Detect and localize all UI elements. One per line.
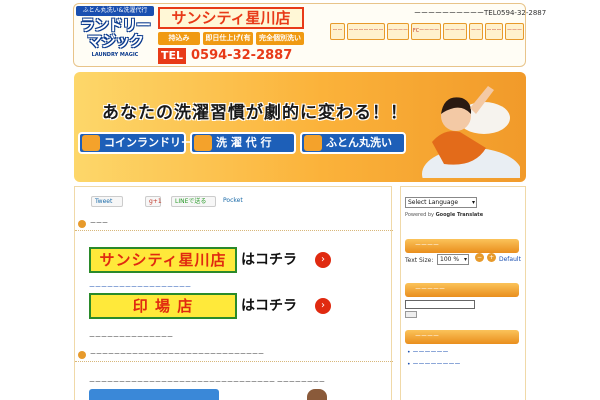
google-translate-label[interactable]: Google Translate <box>436 212 484 218</box>
bullet-icon <box>78 351 86 359</box>
language-select-value: Select Language <box>408 199 459 206</box>
laundry-magic-logo[interactable]: ふとん丸洗い&洗濯代行 ランドリー マジック LAUNDRY MAGIC <box>76 6 154 64</box>
main-content: Tweet g+1 LINEで送る Pocket ーーー サンシティ星川店 はコ… <box>74 186 393 400</box>
nav-item-1[interactable]: ーーー <box>330 23 345 40</box>
powered-by-label: Powered by <box>405 212 434 218</box>
powered-by-google: Powered by Google Translate <box>405 212 483 218</box>
laundry-agency-button[interactable]: 洗 濯 代 行 <box>190 132 296 154</box>
header-tel-text: ーーーーーーーーーーTEL0594-32-2887 <box>414 9 547 17</box>
store-link-inba[interactable]: 印 場 店 <box>89 293 237 319</box>
futon-wash-label: ふとん丸洗い <box>326 136 392 149</box>
nav-item-5[interactable]: ーーーーー <box>443 23 467 40</box>
search-input[interactable] <box>405 300 475 309</box>
laundry-agency-label: 洗 濯 代 行 <box>216 136 272 149</box>
coin-laundry-label: コインランドリー <box>104 136 192 149</box>
text-size-decrease-button[interactable]: − <box>475 253 484 262</box>
nav-item-fc[interactable]: FCーーーー <box>411 23 441 40</box>
sidebar-link[interactable]: • ーーーーーー <box>407 347 448 356</box>
nav-item-7[interactable]: ーーー <box>485 23 503 40</box>
store-info: サンシティ星川店 持込み 即日仕上げ(有料) 完全個別洗い TEL 0594-3… <box>158 7 306 65</box>
logo-tagline: ふとん丸洗い&洗濯代行 <box>76 6 154 16</box>
sidebar: Select Language ▾ Powered by Google Tran… <box>400 186 526 400</box>
section-heading-news: ーーーーーーーーーーーーーーーーーーーーーーーーーーーーー <box>75 349 393 362</box>
hero-banner: あなたの洗濯習慣が劇的に変わる！！ コインランドリー 洗 濯 代 行 ふとん丸洗… <box>74 72 526 182</box>
text-size-select[interactable]: 100 % ▾ <box>437 254 469 265</box>
service-badge-dropoff: 持込み <box>158 32 200 45</box>
sidebar-heading: ーーーー <box>405 330 519 344</box>
sidebar-heading: ーーーー <box>405 239 519 253</box>
pocket-button[interactable]: Pocket <box>220 196 246 207</box>
text-size-value: 100 % <box>440 256 460 263</box>
chevron-down-icon: ▾ <box>463 256 467 263</box>
header-nav: ーーー ーーーーーーーー ーーーー FCーーーー ーーーーー ーー ーーー ーー… <box>330 23 524 41</box>
futon-wash-button[interactable]: ふとん丸洗い <box>300 132 406 154</box>
tweet-button[interactable]: Tweet <box>91 196 123 207</box>
nav-item-2[interactable]: ーーーーーーーー <box>347 23 385 40</box>
tel-label: TEL <box>158 48 186 64</box>
service-badge-sameday: 即日仕上げ(有料) <box>203 32 253 55</box>
text-size-increase-button[interactable]: + <box>487 253 496 262</box>
bullet-icon <box>78 220 86 228</box>
store-title: サンシティ星川店 <box>158 7 304 29</box>
chevron-right-icon[interactable]: › <box>315 252 331 268</box>
text-size-label: Text Size: <box>405 257 434 264</box>
tel-number[interactable]: 0594-32-2887 <box>191 48 292 64</box>
logo-subtitle: LAUNDRY MAGIC <box>91 52 139 58</box>
body-text: ーーーーーーーーーーーーーーーーーーーーーーーーーーーーーーー ーーーーーーーー <box>89 379 325 386</box>
coin-laundry-icon <box>82 135 100 151</box>
google-plus-button[interactable]: g+1 <box>145 196 162 207</box>
section-heading-label: ーーーーーーーーーーーーーーーーーーーーーーーーーーーーー <box>90 351 265 358</box>
service-badge-individual: 完全個別洗い <box>256 32 304 45</box>
sidebar-heading: ーーーーー <box>405 283 519 297</box>
chevron-right-icon[interactable]: › <box>315 298 331 314</box>
store-link-hoshikawa-suffix[interactable]: はコチラ <box>241 247 297 273</box>
chevron-down-icon: ▾ <box>471 199 475 206</box>
banner-headline: あなたの洗濯習慣が劇的に変わる！！ <box>102 103 408 123</box>
laundry-agency-icon <box>194 135 212 151</box>
text-size-default-link[interactable]: Default <box>499 256 521 263</box>
section-heading-label: ーーー <box>90 220 109 227</box>
sidebar-link[interactable]: • ーーーーーーーー <box>407 359 460 368</box>
store-link-inba-suffix[interactable]: はコチラ <box>241 293 297 319</box>
line-share-button[interactable]: LINEで送る <box>171 196 216 207</box>
article-image[interactable] <box>89 389 219 400</box>
nav-item-6[interactable]: ーー <box>469 23 483 40</box>
article-photo <box>307 389 327 400</box>
nav-item-8[interactable]: ーーー <box>505 23 524 40</box>
nav-item-3[interactable]: ーーーー <box>387 23 409 40</box>
futon-icon <box>304 135 322 151</box>
section-heading-stores: ーーー <box>75 218 393 231</box>
coin-laundry-button[interactable]: コインランドリー <box>78 132 192 154</box>
site-header: ふとん丸洗い&洗濯代行 ランドリー マジック LAUNDRY MAGIC サンシ… <box>73 3 546 67</box>
body-text: ーーーーーーーーーーーーーー <box>89 334 174 341</box>
inline-link[interactable]: ーーーーーーーーーーーーーーーーー <box>89 282 191 291</box>
search-button[interactable] <box>405 311 417 318</box>
language-select[interactable]: Select Language ▾ <box>405 197 477 208</box>
store-link-hoshikawa[interactable]: サンシティ星川店 <box>89 247 237 273</box>
banner-woman-photo <box>422 86 520 178</box>
logo-name-line2: マジック <box>86 32 144 50</box>
